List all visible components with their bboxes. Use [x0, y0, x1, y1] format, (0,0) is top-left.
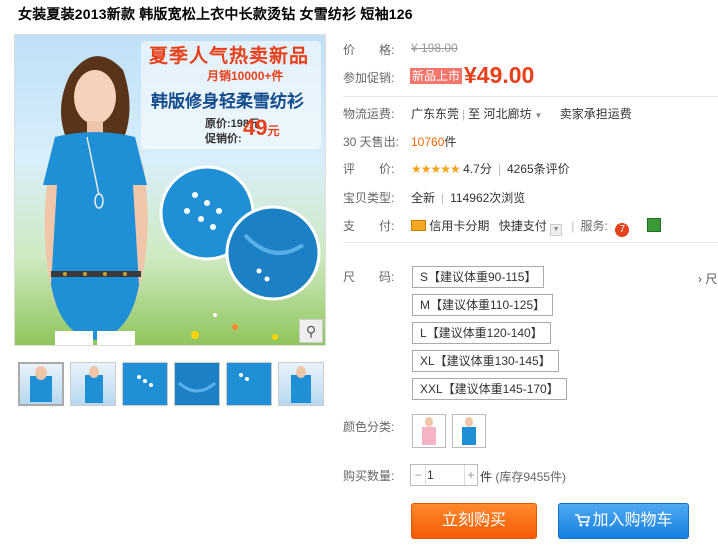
chevron-down-icon[interactable]: ▼: [550, 224, 563, 236]
sales-count[interactable]: 10760: [411, 135, 444, 149]
product-title: 女装夏装2013新款 韩版宽松上衣中长款烫钻 女雪纺衫 短袖126: [18, 6, 413, 22]
thumbnail-3[interactable]: [122, 362, 168, 406]
cart-icon: [575, 514, 591, 527]
banner-promo-price-unit: 元: [267, 124, 280, 138]
credit-installment-link[interactable]: 信用卡分期: [429, 219, 489, 233]
size-chart-link[interactable]: › 尺: [698, 270, 717, 287]
quantity-input[interactable]: 1: [427, 465, 461, 485]
divider: [343, 242, 718, 243]
thumbnail-image: [30, 366, 52, 402]
color-swatch-pink: [422, 417, 436, 445]
quantity-stock: 件 (库存9455件): [480, 468, 566, 485]
shipping-from: 广东东莞: [411, 107, 460, 121]
magnifier-icon[interactable]: ⚲: [299, 319, 323, 343]
grass-flowers: [191, 313, 278, 340]
type-value-row: 全新 | 114962次浏览: [411, 189, 525, 206]
add-to-cart-button[interactable]: 加入购物车: [558, 503, 689, 539]
banner-promo-label: 促销价:: [205, 133, 242, 145]
buy-now-label: 立刻购买: [441, 512, 506, 529]
banner-headline: 夏季人气热卖新品: [149, 46, 310, 67]
credit-card-icon: [411, 220, 426, 231]
type-label: 宝贝类型:: [343, 191, 395, 205]
service-label: 服务:: [580, 219, 608, 233]
payment-label: 支 付:: [343, 219, 395, 233]
quantity-label: 购买数量:: [343, 469, 395, 483]
main-product-image[interactable]: 夏季人气热卖新品 月销10000+件 韩版修身轻柔雪纺衫 原价:198元 促销价…: [14, 34, 326, 346]
banner-subtitle: 韩版修身轻柔雪纺衫: [151, 92, 304, 111]
size-label: 尺 码:: [343, 270, 395, 284]
size-option-xl[interactable]: XL【建议体重130-145】: [412, 350, 559, 372]
sales-unit: 件: [444, 135, 457, 149]
promotion-price: ¥49.00: [464, 62, 535, 88]
thumbnail-image: [123, 363, 167, 405]
rating-label: 评 价:: [343, 162, 395, 176]
shipping-fee: 卖家承担运费: [559, 107, 632, 121]
thumbnail-6[interactable]: [278, 362, 324, 406]
shipping-label: 物流运费:: [343, 107, 395, 121]
original-price: ¥ 198.00: [411, 41, 458, 55]
sales-value: 10760件: [411, 133, 456, 150]
banner-promo-price: 49元: [243, 115, 280, 141]
rating-sep: |: [497, 162, 501, 176]
payment-methods: 信用卡分期 快捷支付 ▼ | 服务: 7: [411, 217, 661, 237]
review-count-link[interactable]: 4265条评价: [507, 162, 570, 176]
divider: [343, 96, 718, 97]
shipping-to[interactable]: 河北廊坊: [484, 107, 532, 121]
color-swatch-blue: [462, 417, 476, 445]
thumbnail-1[interactable]: [18, 362, 64, 406]
banner-promo-price-number: 49: [243, 115, 268, 140]
add-to-cart-label: 加入购物车: [592, 512, 673, 529]
quick-pay-link[interactable]: 快捷支付: [493, 219, 547, 233]
rating-score: 4.7分: [463, 162, 492, 176]
shipping-to-prefix: 至: [468, 107, 481, 121]
buy-now-button[interactable]: 立刻购买: [411, 503, 537, 539]
type-sep: |: [441, 191, 445, 205]
rating-stars: ★★★★★: [411, 162, 461, 176]
color-option-blue[interactable]: [452, 414, 486, 448]
service-7day-icon[interactable]: 7: [615, 223, 630, 237]
color-label: 颜色分类:: [343, 420, 395, 434]
color-option-pink[interactable]: [412, 414, 446, 448]
thumbnail-image: [227, 363, 271, 405]
view-count: 114962次浏览: [450, 191, 526, 205]
quantity-stepper: − 1 +: [410, 464, 478, 486]
banner-monthly-sales: 月销10000+件: [207, 69, 284, 83]
price-label: 价 格:: [343, 43, 395, 57]
thumbnail-image: [175, 363, 219, 405]
quantity-unit: 件: [480, 470, 493, 484]
promotion-label: 参加促销:: [343, 71, 395, 85]
shipping-route: 广东东莞 | 至 河北廊坊 ▼ 卖家承担运费: [411, 105, 632, 122]
shipping-destination-select[interactable]: 河北廊坊 ▼: [484, 107, 543, 121]
thumbnail-5[interactable]: [226, 362, 272, 406]
stock-count: (库存9455件): [495, 470, 567, 484]
thumbnail-image: [85, 366, 103, 403]
chevron-down-icon[interactable]: ▼: [532, 111, 543, 120]
thumbnail-2[interactable]: [70, 362, 116, 406]
thumbnail-4[interactable]: [174, 362, 220, 406]
rating-value: ★★★★★ 4.7分 | 4265条评价: [411, 160, 570, 177]
new-arrival-tag: 新品上市: [410, 68, 462, 84]
detail-hem-zoom: [225, 205, 321, 301]
decrement-button[interactable]: −: [411, 465, 426, 485]
size-option-s[interactable]: S【建议体重90-115】: [412, 266, 545, 288]
increment-button[interactable]: +: [464, 465, 477, 485]
service-badge-icon[interactable]: [646, 218, 661, 232]
thumbnail-image: [291, 366, 311, 403]
shipping-sep: |: [462, 107, 466, 121]
sales-label: 30 天售出:: [343, 135, 400, 149]
size-option-xxl[interactable]: XXL【建议体重145-170】: [412, 378, 567, 400]
size-option-m[interactable]: M【建议体重110-125】: [412, 294, 554, 316]
payment-sep: |: [571, 219, 575, 233]
type-value: 全新: [411, 191, 436, 205]
size-option-l[interactable]: L【建议体重120-140】: [412, 322, 551, 344]
